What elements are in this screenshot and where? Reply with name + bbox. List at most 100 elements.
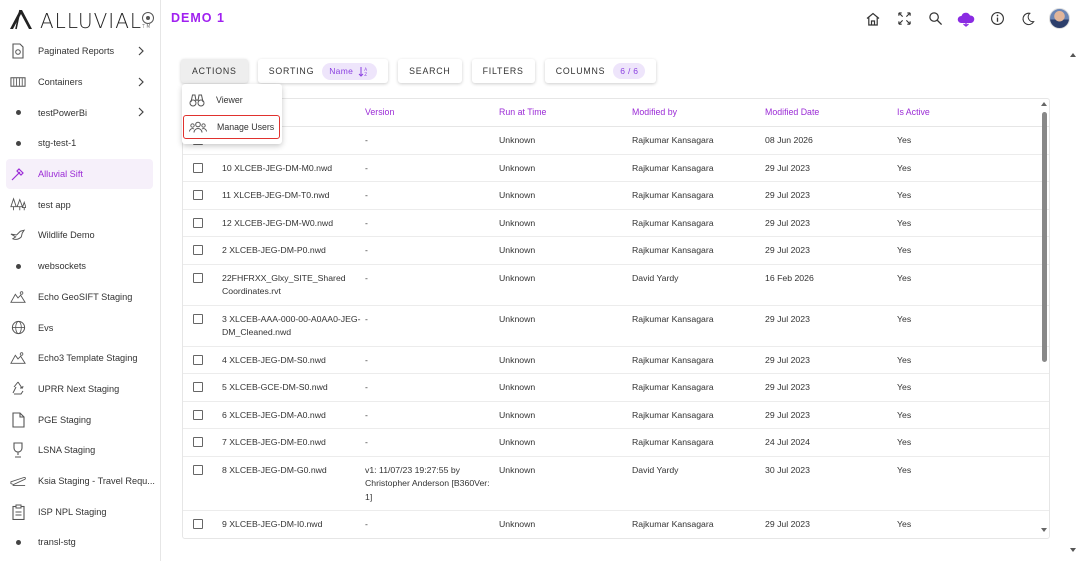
table-row[interactable]: ...M-H0.nwd-UnknownRajkumar Kansagara08 … [183, 127, 1049, 155]
page-scroll-down-icon[interactable] [1070, 548, 1076, 552]
sidebar-item-echo3-template-staging[interactable]: Echo3 Template Staging [0, 343, 161, 374]
sidebar-item-paginated-reports[interactable]: Paginated Reports [0, 36, 161, 67]
sidebar-item-stg-test-1[interactable]: stg-test-1 [0, 128, 161, 159]
table-row[interactable]: 8 XLCEB-JEG-DM-G0.nwd v1: 11/07/23 19:27:… [183, 457, 1049, 511]
pin-sidebar-icon[interactable] [142, 12, 154, 24]
sidebar-item-pge-staging[interactable]: PGE Staging [0, 404, 161, 435]
row-checkbox[interactable] [193, 382, 203, 392]
table-row[interactable]: 4 XLCEB-JEG-DM-S0.nwd - Unknown Rajkumar Ka… [183, 347, 1049, 374]
version-cell: - [365, 217, 368, 228]
header-modified-by[interactable]: Modified by [632, 99, 765, 126]
row-checkbox[interactable] [193, 409, 203, 420]
sidebar-item-lsna-staging[interactable]: LSNA Staging [0, 435, 161, 466]
top-bar-actions [863, 8, 1070, 29]
trophy-icon [10, 442, 26, 458]
sidebar-item-test-app[interactable]: test app [0, 189, 161, 220]
clipboard-icon [10, 504, 26, 520]
row-checkbox[interactable] [193, 162, 203, 173]
row-select-cell [183, 347, 222, 374]
columns-button[interactable]: COLUMNS 6 / 6 [544, 59, 657, 83]
table-row[interactable]: 3 XLCEB-AAA-000-00-A0AA0-JEG-DM_Cleaned.… [183, 306, 1049, 347]
page-scrollbar[interactable] [1066, 44, 1080, 554]
alluvial-logo-icon [10, 9, 32, 30]
row-checkbox[interactable] [193, 354, 203, 365]
sidebar-item-label: test app [38, 199, 71, 210]
table-row[interactable]: 10 XLCEB-JEG-DM-M0.nwd - Unknown Rajkumar K… [183, 155, 1049, 182]
table-row[interactable]: 2 XLCEB-JEG-DM-P0.nwd - Unknown Rajkumar Ka… [183, 237, 1049, 265]
sidebar-item-transl-stg[interactable]: transl-stg [0, 527, 161, 558]
table-row[interactable]: DG220-JCB-UT-GEN-GE-ZZZ-000-090901.dwg-U… [183, 539, 1049, 540]
search-icon[interactable] [925, 9, 945, 29]
chevron-right-icon[interactable] [135, 106, 147, 118]
modified-by-cell: Lukasz Zmuda [632, 539, 765, 540]
row-checkbox[interactable] [193, 313, 203, 324]
header-modified-date[interactable]: Modified Date [765, 99, 897, 126]
sorting-label: SORTING [268, 66, 315, 76]
is-active-cell: Yes [897, 539, 1049, 540]
sidebar-item-isp-npl-staging[interactable]: ISP NPL Staging [0, 496, 161, 527]
table-scroll-down-icon[interactable] [1041, 528, 1047, 532]
sidebar-item-label: Paginated Reports [38, 46, 115, 57]
row-checkbox[interactable] [193, 190, 203, 200]
row-checkbox[interactable] [193, 519, 203, 529]
table-row[interactable]: 11 XLCEB-JEG-DM-T0.nwd - Unknown Rajkumar K… [183, 182, 1049, 210]
sidebar-item-containers[interactable]: Containers [0, 67, 161, 98]
table-scroll-up-icon[interactable] [1041, 102, 1047, 106]
search-button[interactable]: SEARCH [398, 59, 462, 83]
sidebar-item-websockets[interactable]: websockets [0, 251, 161, 282]
actions-button[interactable]: ACTIONS [181, 59, 248, 83]
chevron-right-icon[interactable] [135, 45, 147, 57]
row-select-cell [183, 210, 222, 237]
user-avatar[interactable] [1049, 8, 1070, 29]
home-icon[interactable] [863, 9, 883, 29]
row-checkbox[interactable] [193, 217, 203, 228]
dot-icon [10, 105, 26, 121]
row-checkbox[interactable] [193, 272, 203, 283]
table-row[interactable]: 6 XLCEB-JEG-DM-A0.nwd - Unknown Rajkumar Ka… [183, 402, 1049, 429]
table-row[interactable]: 12 XLCEB-JEG-DM-W0.nwd - Unknown Rajkumar K… [183, 210, 1049, 237]
version-cell: - [365, 272, 368, 283]
expand-icon[interactable] [894, 9, 914, 29]
row-select-cell [183, 265, 222, 305]
table-row[interactable]: 5 XLCEB-GCE-DM-S0.nwd - Unknown Rajkumar Ka… [183, 374, 1049, 402]
table-row[interactable]: 7 XLCEB-JEG-DM-E0.nwd - Unknown Rajkumar Ka… [183, 429, 1049, 457]
sidebar-item-evs[interactable]: Evs [0, 312, 161, 343]
version-cell: - [365, 354, 368, 365]
sidebar-item-alluvial-sift[interactable]: Alluvial Sift [6, 158, 153, 190]
table-row[interactable]: 22FHFRXX_Glxy_SITE_Shared Coordinates.rv… [183, 265, 1049, 306]
filters-button[interactable]: FILTERS [471, 59, 535, 83]
sidebar-item-echo-geosift-staging[interactable]: Echo GeoSIFT Staging [0, 282, 161, 313]
sorting-value-pill: Name AZ [322, 62, 378, 80]
logo[interactable]: ALLUVIALTM [0, 0, 161, 36]
cloud-notification-icon[interactable] [956, 9, 976, 29]
table-scroll-thumb[interactable] [1042, 112, 1047, 362]
dark-mode-icon[interactable] [1018, 9, 1038, 29]
chevron-right-icon[interactable] [135, 76, 147, 88]
sidebar-item-label: Ksia Staging - Travel Requ... [38, 475, 155, 486]
menu-item-manage-users[interactable]: Manage Users [183, 115, 280, 139]
sidebar-item-uprr-next-staging[interactable]: UPRR Next Staging [0, 374, 161, 405]
table-row[interactable]: 9 XLCEB-JEG-DM-I0.nwd - Unknown Rajkumar Ka… [183, 511, 1049, 538]
report-icon [10, 43, 26, 59]
header-is-active[interactable]: Is Active [897, 99, 1049, 126]
info-icon[interactable] [987, 9, 1007, 29]
row-select-cell [183, 402, 222, 429]
sorting-button[interactable]: SORTING Name AZ [257, 59, 389, 83]
header-run-at-time[interactable]: Run at Time [499, 99, 632, 126]
row-checkbox[interactable] [193, 437, 203, 447]
header-version[interactable]: Version [365, 99, 499, 126]
row-checkbox[interactable] [193, 245, 203, 255]
columns-label: COLUMNS [555, 66, 606, 76]
run-at-time-cell: Unknown [499, 382, 536, 392]
landscape-icon [10, 289, 26, 305]
row-checkbox[interactable] [193, 464, 203, 475]
is-active-cell: Yes [897, 162, 912, 173]
page-scroll-up-icon[interactable] [1070, 53, 1076, 57]
menu-item-viewer[interactable]: Viewer [182, 88, 282, 112]
table-scrollbar[interactable] [1039, 99, 1049, 538]
file-name-cell: 10 XLCEB-JEG-DM-M0.nwd [222, 162, 333, 173]
sidebar-item-testpowerbi[interactable]: testPowerBi [0, 97, 161, 128]
sidebar-item-wildlife-demo[interactable]: Wildlife Demo [0, 220, 161, 251]
version-cell: - [365, 437, 368, 447]
sidebar-item-ksia-staging-travel-requ[interactable]: Ksia Staging - Travel Requ... [0, 466, 161, 497]
